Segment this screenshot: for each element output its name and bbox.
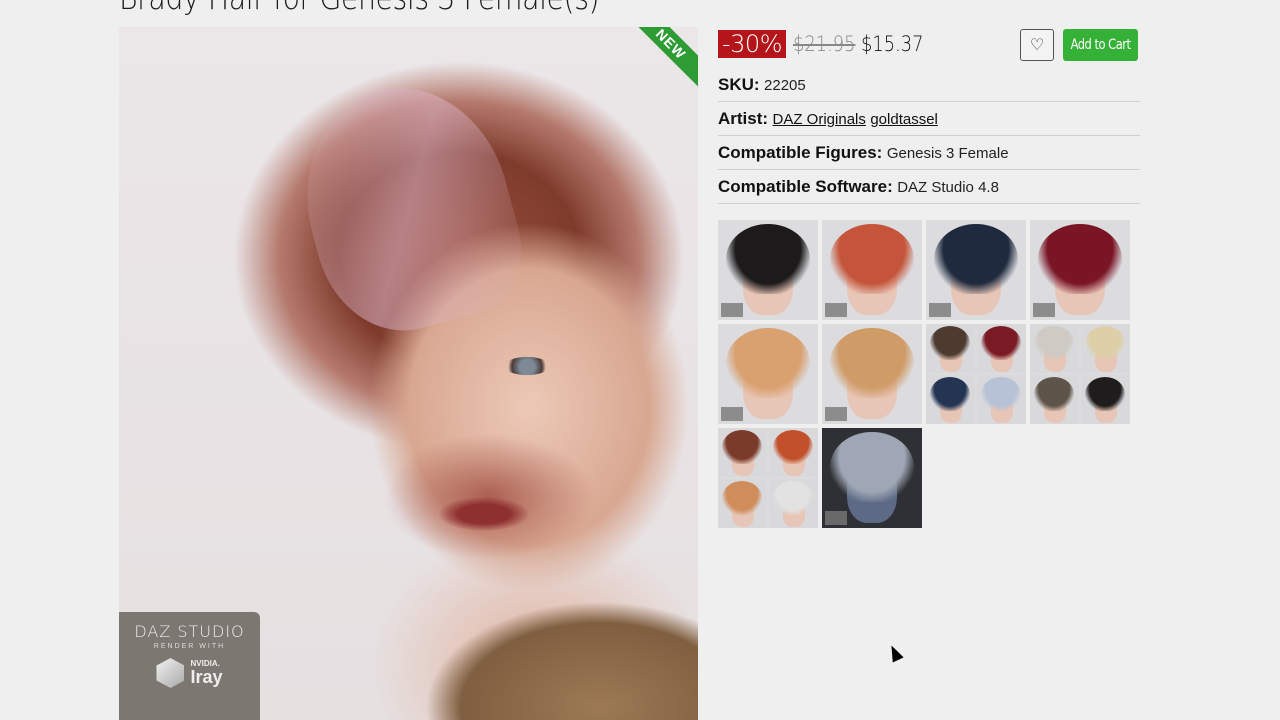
sku-label: SKU: (718, 75, 760, 94)
original-price: $21.95 (793, 32, 856, 56)
sku-value: 22205 (764, 77, 806, 94)
page-title: Brady Hair for Genesis 3 Female(s) (119, 0, 600, 17)
render-badge-mini (721, 303, 743, 317)
gallery-thumbnail[interactable] (718, 324, 818, 424)
hair-shape (930, 377, 970, 411)
gallery-thumbnail[interactable] (926, 220, 1026, 320)
variant-swatch (718, 428, 767, 477)
add-to-cart-button[interactable]: Add to Cart (1063, 29, 1138, 61)
gallery-thumbnail[interactable] (718, 428, 818, 528)
product-info: -30% $21.95 $15.37 ♡ Add to Cart SKU: 22… (718, 27, 1140, 528)
hair-shape (1034, 326, 1074, 360)
hair-shape (830, 328, 914, 398)
mouse-cursor-icon (886, 642, 904, 663)
hair-shape (722, 481, 762, 515)
new-ribbon: NEW (624, 27, 698, 91)
sale-price: $15.37 (860, 32, 923, 56)
hair-shape (722, 430, 762, 464)
model-lips (439, 497, 529, 531)
hair-highlight (281, 65, 537, 349)
variant-swatch (718, 479, 767, 528)
gallery-thumbnail[interactable] (926, 324, 1026, 424)
gallery-thumbnail[interactable] (822, 428, 922, 528)
gallery-thumbnail[interactable] (1030, 324, 1130, 424)
artist-link-daz-originals[interactable]: DAZ Originals (773, 111, 866, 128)
render-badge-mini (929, 303, 951, 317)
variant-swatch (769, 479, 818, 528)
hair-shape (930, 326, 970, 360)
gallery-thumbnail[interactable] (718, 220, 818, 320)
hair-shape (726, 224, 810, 294)
price-row: -30% $21.95 $15.37 ♡ Add to Cart (718, 27, 1140, 61)
variant-swatch (769, 428, 818, 477)
discount-badge: -30% (718, 30, 787, 58)
gallery-thumbnails (718, 220, 1140, 528)
artist-link-goldtassel[interactable]: goldtassel (870, 111, 938, 128)
variant-swatch (1030, 324, 1079, 373)
hair-shape (830, 432, 914, 502)
compatible-software-value: DAZ Studio 4.8 (897, 179, 999, 196)
hair-shape (726, 328, 810, 398)
render-badge-mini (825, 407, 847, 421)
add-to-cart-label: Add to Cart (1070, 37, 1131, 53)
product-page: Brady Hair for Genesis 3 Female(s) NEW D… (0, 0, 1280, 720)
model-eye (504, 357, 550, 375)
iray-label: Iray (190, 667, 223, 687)
hair-shape (773, 481, 813, 515)
hair-shape (830, 224, 914, 294)
artist-row: Artist: DAZ Originals goldtassel (718, 102, 1140, 136)
nvidia-cube-icon (156, 658, 185, 688)
render-badge-mini (1033, 303, 1055, 317)
render-badge-brand: DAZ STUDIO (134, 622, 245, 641)
compatible-figures-value: Genesis 3 Female (886, 145, 1009, 162)
hair-shape (1034, 377, 1074, 411)
variant-swatch (1081, 324, 1130, 373)
variant-swatch (1030, 375, 1079, 424)
hair-shape (1085, 326, 1125, 360)
render-badge-subtitle: RENDER WITH (153, 643, 226, 650)
hair-shape (934, 224, 1018, 294)
gallery-thumbnail[interactable] (822, 324, 922, 424)
variant-swatch (977, 375, 1026, 424)
render-badge-mini (825, 303, 847, 317)
hair-shape (981, 377, 1021, 411)
hair-shape (1038, 224, 1122, 294)
compatible-software-row: Compatible Software: DAZ Studio 4.8 (718, 170, 1140, 204)
variant-swatch (926, 324, 975, 373)
compatible-figures-label: Compatible Figures: (718, 143, 883, 162)
wishlist-button[interactable]: ♡ (1020, 29, 1054, 61)
hair-shape (1085, 377, 1125, 411)
render-badge-mini (721, 407, 743, 421)
artist-label: Artist: (718, 109, 769, 128)
sku-row: SKU: 22205 (718, 72, 1140, 102)
variant-swatch (977, 324, 1026, 373)
render-badge-mini (825, 511, 847, 525)
hair-shape (981, 326, 1021, 360)
iray-logo: NVIDIA. Iray (119, 658, 260, 688)
compatible-figures-row: Compatible Figures: Genesis 3 Female (718, 136, 1140, 170)
render-badge: DAZ STUDIO RENDER WITH NVIDIA. Iray (119, 612, 260, 720)
gallery-thumbnail[interactable] (1030, 220, 1130, 320)
compatible-software-label: Compatible Software: (718, 177, 893, 196)
product-main-image[interactable]: NEW DAZ STUDIO RENDER WITH NVIDIA. Iray (119, 27, 698, 720)
variant-swatch (1081, 375, 1130, 424)
heart-icon: ♡ (1029, 37, 1045, 54)
variant-swatch (926, 375, 975, 424)
hair-shape (773, 430, 813, 464)
gallery-thumbnail[interactable] (822, 220, 922, 320)
